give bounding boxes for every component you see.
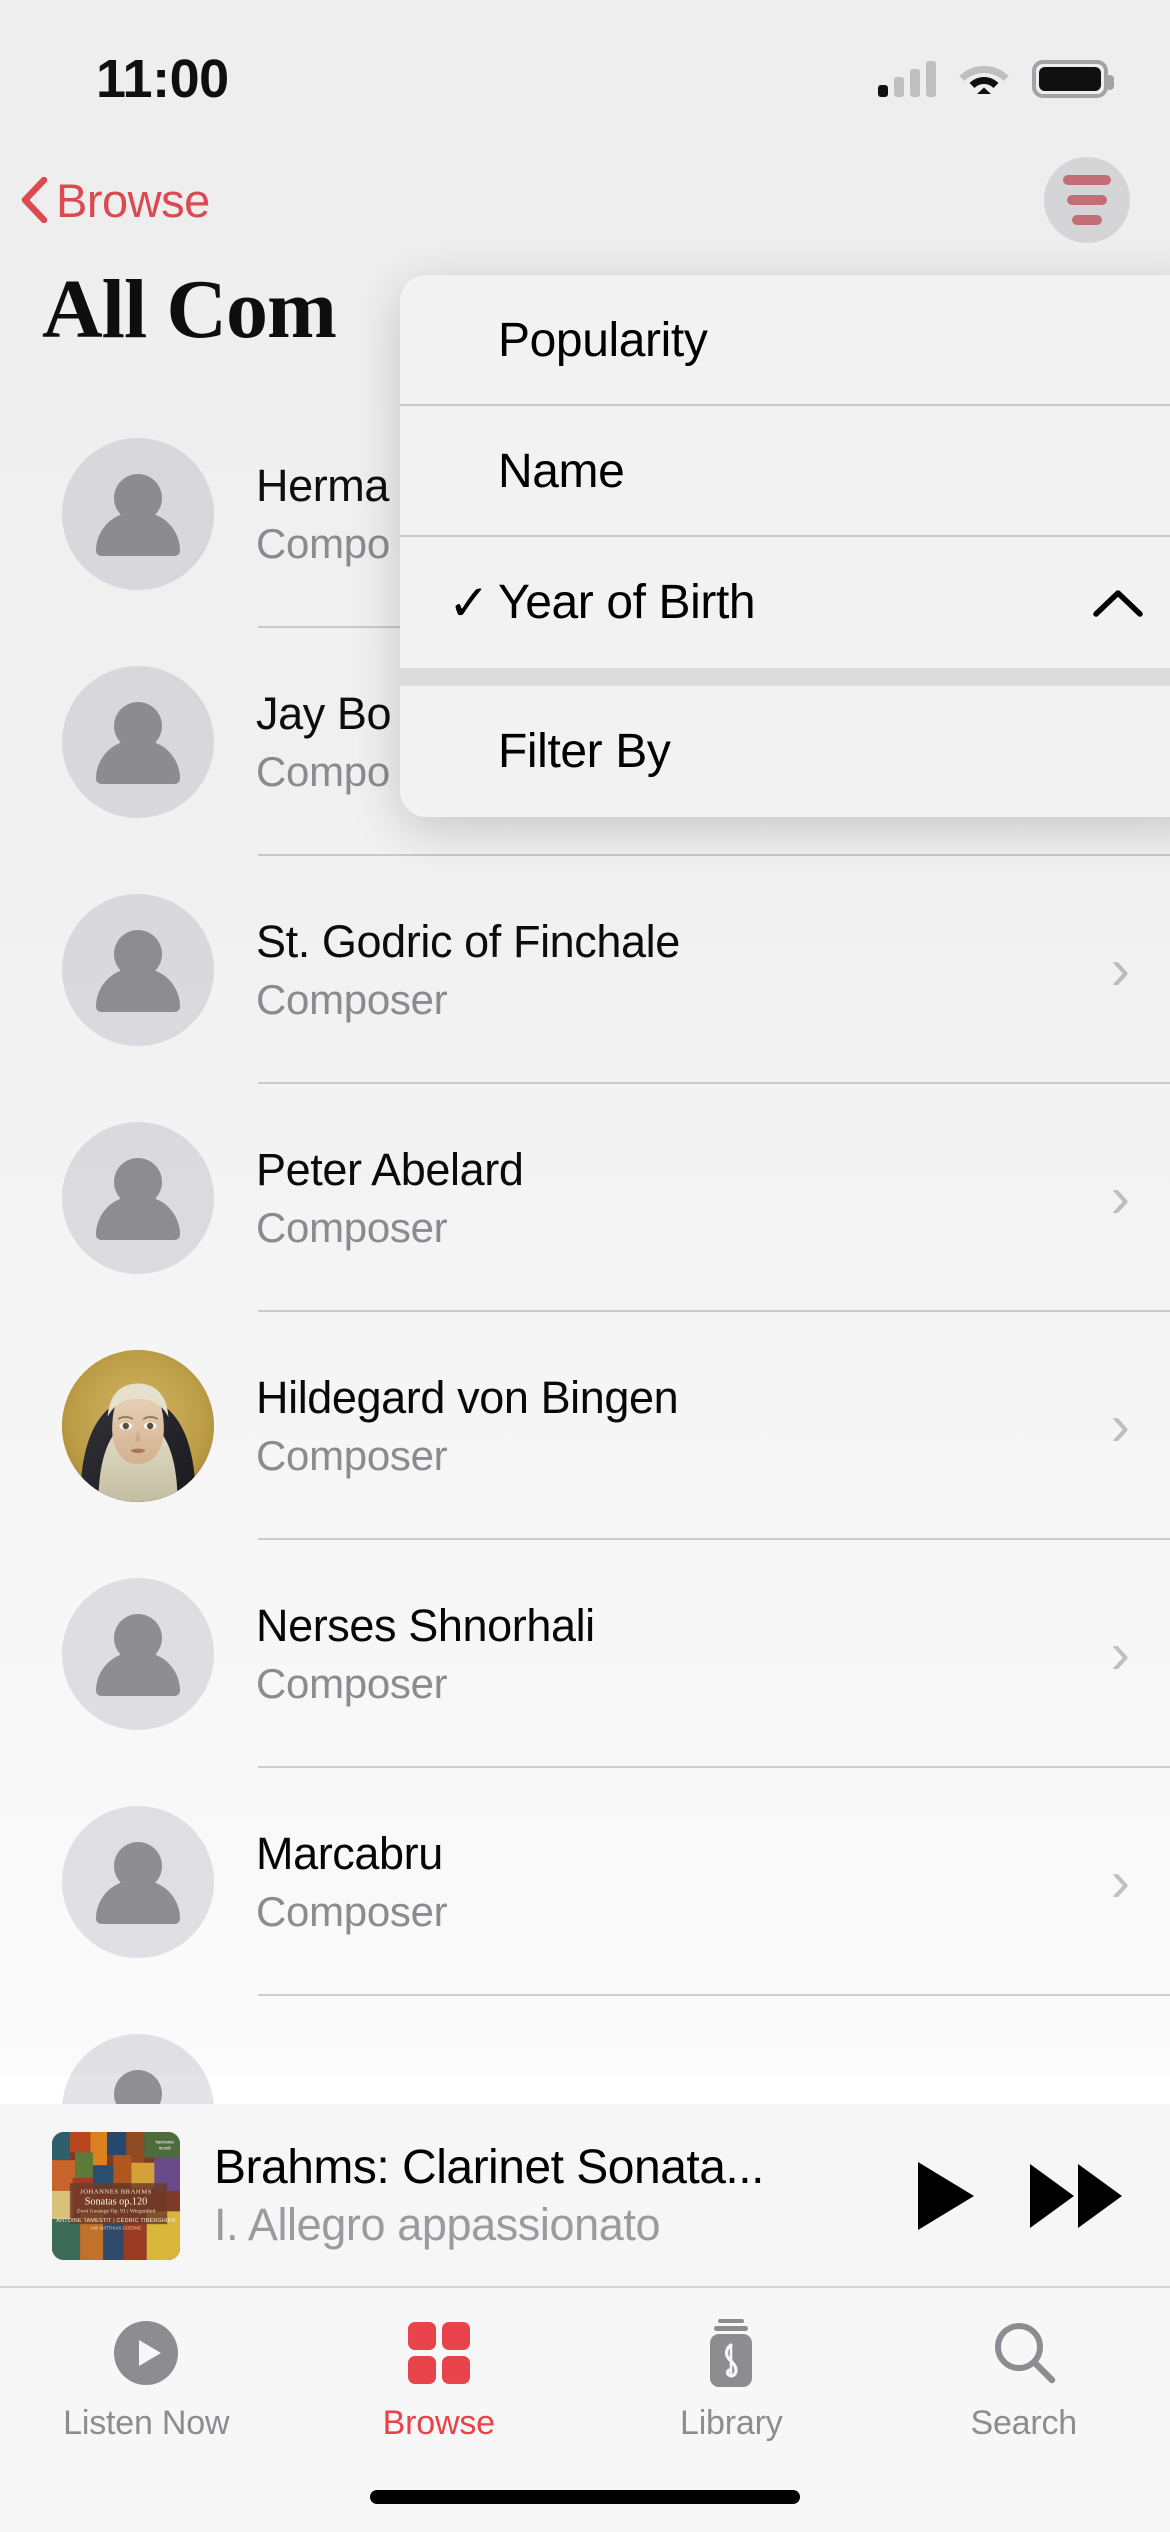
- composer-name: Hildegard von Bingen: [256, 1372, 679, 1423]
- tab-listen-now[interactable]: Listen Now: [46, 2316, 246, 2443]
- navigation-bar: Browse: [0, 140, 1170, 260]
- now-playing-subtitle: I. Allegro appassionato: [214, 2199, 661, 2250]
- composer-role: Composer: [256, 1888, 448, 1935]
- tab-library[interactable]: Library: [631, 2316, 831, 2443]
- svg-text:ANTOINE TAMESTIT | CÉDRIC TIBE: ANTOINE TAMESTIT | CÉDRIC TIBERGHIEN: [56, 2217, 175, 2224]
- menu-item-year-of-birth[interactable]: ✓ Year of Birth: [400, 537, 1170, 668]
- list-item[interactable]: Marcabru Composer ›: [0, 1768, 1170, 1996]
- checkmark-icon: ✓: [448, 574, 490, 631]
- composer-role: Composer: [256, 1204, 448, 1251]
- person-placeholder-icon: [62, 894, 214, 1046]
- menu-item-filter-by[interactable]: Filter By: [400, 686, 1170, 817]
- list-item[interactable]: Hildegard von Bingen Composer ›: [0, 1312, 1170, 1540]
- tab-browse[interactable]: Browse: [339, 2316, 539, 2443]
- menu-item-label: Filter By: [498, 725, 671, 778]
- menu-item-popularity[interactable]: Popularity: [400, 275, 1170, 406]
- app-screen: 11:00 Browse All Com Herma Compo Jay Bo …: [0, 0, 1170, 2532]
- menu-section-gap: [400, 668, 1170, 686]
- person-placeholder-icon: [62, 1578, 214, 1730]
- now-playing-bar[interactable]: JOHANNES BRAHMS Sonatas op.120 Zwei Gesä…: [0, 2104, 1170, 2286]
- now-playing-controls: [912, 2158, 1124, 2234]
- composer-role: Composer: [256, 1432, 448, 1479]
- composer-name: St. Godric of Finchale: [256, 916, 680, 967]
- composer-role: Compo: [256, 748, 390, 795]
- chevron-left-icon: [20, 176, 48, 224]
- chevron-right-icon: ›: [1110, 1165, 1130, 1230]
- person-placeholder-icon: [62, 1122, 214, 1274]
- fast-forward-icon[interactable]: [1028, 2160, 1124, 2232]
- chevron-right-icon: ›: [1110, 937, 1130, 1002]
- menu-item-name[interactable]: Name: [400, 406, 1170, 537]
- composer-role: Compo: [256, 520, 390, 567]
- tab-label: Library: [679, 2404, 783, 2442]
- person-placeholder-icon: [62, 1806, 214, 1958]
- tab-label: Browse: [382, 2404, 495, 2442]
- menu-item-label: Popularity: [498, 314, 708, 367]
- chevron-up-icon: [1092, 586, 1144, 620]
- play-icon[interactable]: [912, 2158, 978, 2234]
- menu-item-label: Name: [498, 445, 625, 498]
- status-indicators: [878, 58, 1114, 101]
- composer-name: Nerses Shnorhali: [256, 1600, 595, 1651]
- library-clef-icon: [700, 2316, 762, 2390]
- play-circle-icon: [110, 2316, 182, 2390]
- svg-text:harmonia: harmonia: [156, 2139, 175, 2144]
- person-placeholder-icon: [62, 438, 214, 590]
- wifi-icon: [958, 58, 1010, 101]
- composer-name: Marcabru: [256, 1828, 443, 1879]
- battery-full-icon: [1032, 60, 1114, 98]
- tab-label: Listen Now: [63, 2404, 230, 2442]
- svg-text:JOHANNES BRAHMS: JOHANNES BRAHMS: [80, 2188, 152, 2195]
- chevron-right-icon: ›: [1110, 1393, 1130, 1458]
- now-playing-text: Brahms: Clarinet Sonata... I. Allegro ap…: [214, 2140, 894, 2251]
- page-title: All Com: [42, 263, 337, 356]
- svg-text:with MATTHIAS GOERNE: with MATTHIAS GOERNE: [91, 2225, 142, 2230]
- svg-text:Sonatas op.120: Sonatas op.120: [85, 2196, 148, 2207]
- tab-search[interactable]: Search: [924, 2316, 1124, 2443]
- list-item[interactable]: Peter Abelard Composer ›: [0, 1084, 1170, 1312]
- back-button-label: Browse: [56, 173, 210, 227]
- composer-portrait-avatar: [62, 1350, 214, 1502]
- list-item[interactable]: St. Godric of Finchale Composer ›: [0, 856, 1170, 1084]
- status-time: 11:00: [96, 49, 229, 109]
- sort-context-menu: Popularity Name ✓ Year of Birth Filter B…: [400, 275, 1170, 817]
- list-item[interactable]: Nerses Shnorhali Composer ›: [0, 1540, 1170, 1768]
- chevron-right-icon: ›: [1110, 1621, 1130, 1686]
- person-placeholder-icon: [62, 666, 214, 818]
- home-indicator[interactable]: [370, 2490, 800, 2504]
- signal-bars-icon: [878, 61, 936, 97]
- composer-name: Peter Abelard: [256, 1144, 524, 1195]
- menu-item-label: Year of Birth: [498, 576, 756, 629]
- back-button[interactable]: Browse: [20, 173, 210, 228]
- tab-label: Search: [970, 2404, 1078, 2442]
- search-icon: [989, 2316, 1059, 2390]
- status-bar: 11:00: [0, 0, 1170, 140]
- chevron-right-icon: ›: [1110, 1849, 1130, 1914]
- svg-text:mundi: mundi: [159, 2145, 171, 2150]
- now-playing-title: Brahms: Clarinet Sonata...: [214, 2141, 764, 2194]
- album-artwork[interactable]: JOHANNES BRAHMS Sonatas op.120 Zwei Gesä…: [52, 2131, 180, 2260]
- grid-squares-icon: [406, 2316, 472, 2390]
- svg-text:Zwei Gesänge Op. 91 | Wiegenli: Zwei Gesänge Op. 91 | Wiegenlied: [77, 2208, 156, 2214]
- composer-name: Jay Bo: [256, 688, 392, 739]
- composer-name: Herma: [256, 460, 390, 511]
- composer-role: Composer: [256, 1660, 448, 1707]
- composer-role: Composer: [256, 976, 448, 1023]
- sort-filter-icon[interactable]: [1044, 157, 1130, 243]
